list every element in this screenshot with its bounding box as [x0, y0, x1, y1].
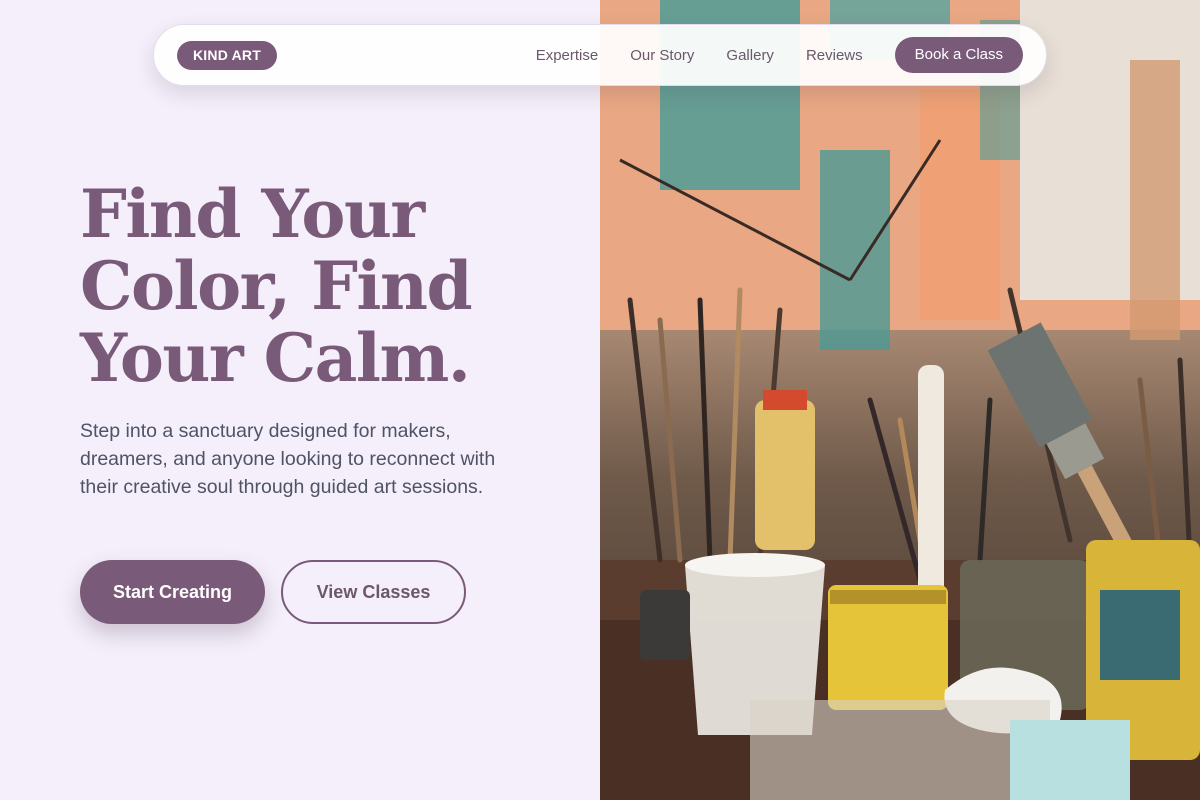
- hero-subtitle: Step into a sanctuary designed for maker…: [80, 420, 496, 498]
- hero-image-art-studio: [600, 0, 1200, 800]
- hero-title: Find Your Color, Find Your Calm.: [80, 178, 560, 394]
- start-creating-button[interactable]: Start Creating: [80, 560, 265, 624]
- view-classes-button[interactable]: View Classes: [281, 560, 466, 624]
- hero-title-line-2: Color, Find: [80, 247, 473, 325]
- nav-links: Expertise Our Story Gallery Reviews Book…: [536, 37, 1023, 73]
- book-class-button[interactable]: Book a Class: [894, 37, 1023, 73]
- nav-link-our-story[interactable]: Our Story: [630, 47, 694, 64]
- nav-link-gallery[interactable]: Gallery: [726, 47, 774, 64]
- art-supplies-illustration: [600, 0, 1200, 800]
- nav-link-expertise[interactable]: Expertise: [536, 47, 599, 64]
- nav-link-reviews[interactable]: Reviews: [806, 47, 863, 64]
- top-navigation: KIND ART Expertise Our Story Gallery Rev…: [153, 24, 1047, 86]
- hero-title-line-1: Find Your: [80, 175, 425, 253]
- brand-logo[interactable]: KIND ART: [177, 40, 277, 70]
- hero-title-line-3: Your Calm.: [80, 319, 471, 397]
